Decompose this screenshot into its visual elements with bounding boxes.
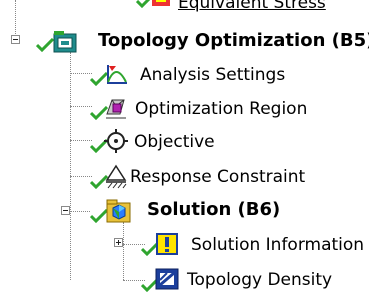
tree-item-label: Topology Density [187,270,333,290]
tree-connector [70,176,92,177]
analysis-settings-icon [107,65,127,84]
tree-connector [70,52,71,280]
collapse-toggle[interactable] [61,206,70,215]
tree-connector [15,0,16,40]
tree-item-label: Equivalent Stress [178,0,326,13]
tree-item-label: Solution Information [191,235,365,255]
tree-connector [70,211,90,212]
check-icon [36,38,54,52]
tree-connector [70,106,92,107]
tree-item-label: Topology Optimization (B5) [98,30,369,51]
tree-item-label: Optimization Region [135,99,308,119]
expand-toggle[interactable] [114,238,123,247]
tree-item-topology-density[interactable]: Topology Density [141,266,366,296]
objective-icon [104,129,128,153]
tree-connector [70,140,92,141]
tree-item-topology-optimization[interactable]: Topology Optimization (B5) [36,28,369,58]
tree-connector [123,222,124,280]
tree-connector [70,73,92,74]
tree-item-objective[interactable]: Objective [90,127,340,157]
topology-optimization-folder-icon [53,31,77,53]
tree-item-label: Analysis Settings [140,65,286,85]
outline-tree: Equivalent Stress Topology Optimization … [0,0,369,295]
tree-item-solution-information[interactable]: Solution Information [141,230,366,260]
solution-information-icon [156,233,178,255]
tree-item-label: Response Constraint [130,167,306,187]
tree-item-equivalent-stress[interactable]: Equivalent Stress [136,0,366,16]
solution-folder-icon [106,199,131,223]
tree-item-solution[interactable]: Solution (B6) [90,197,340,227]
response-constraint-icon [105,164,127,189]
tree-item-label: Solution (B6) [147,199,281,220]
collapse-toggle[interactable] [11,35,20,44]
equivalent-stress-icon [152,0,170,6]
tree-item-optimization-region[interactable]: Optimization Region [90,94,340,124]
tree-item-analysis-settings[interactable]: Analysis Settings [90,60,340,90]
tree-item-response-constraint[interactable]: Response Constraint [90,163,360,193]
tree-item-label: Objective [134,132,215,152]
optimization-region-icon [106,99,126,119]
topology-density-icon [155,268,179,290]
